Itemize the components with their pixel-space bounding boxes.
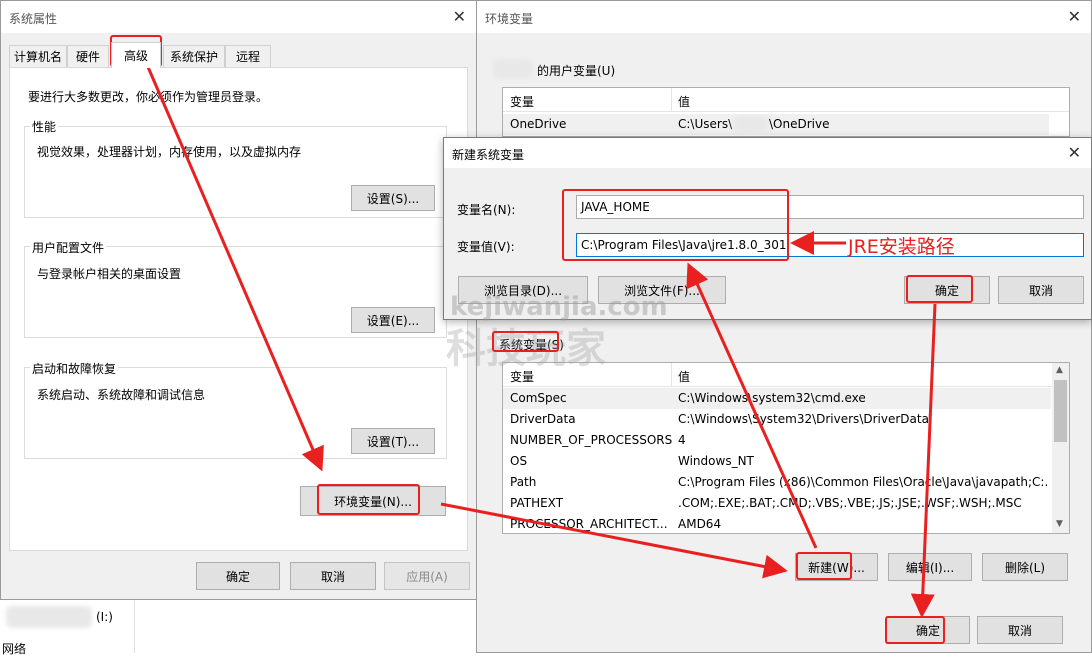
sysprops-apply-button: 应用(A) [384,562,470,590]
environment-variables-window: 环境变量 ✕ 的用户变量(U) 变量 值 OneDrive C:\Users\ … [476,0,1092,653]
new-variable-button[interactable]: 新建(W)... [795,553,878,581]
new-system-variable-dialog: 新建系统变量 ✕ 变量名(N): JAVA_HOME 变量值(V): C:\Pr… [443,137,1092,320]
redacted-drive-name [6,606,92,628]
table-row[interactable]: PATHEXT .COM;.EXE;.BAT;.CMD;.VBS;.VBE;.J… [503,493,1051,514]
user-header-variable: 变量 [510,95,535,109]
environment-variables-title: 环境变量 [485,12,534,26]
system-var-name: OS [510,454,528,468]
performance-group: 视觉效果，处理器计划，内存使用，以及虚拟内存 设置(S)... [24,126,447,218]
system-var-name: DriverData [510,412,576,426]
system-var-value: Windows_NT [678,454,754,468]
scrollbar-thumb[interactable] [1054,380,1067,442]
envvars-ok-button[interactable]: 确定 [886,616,970,644]
jre-path-annotation: JRE安装路径 [848,236,955,258]
system-var-value: AMD64 [678,517,722,531]
admin-note: 要进行大多数更改，你必须作为管理员登录。 [28,90,269,104]
system-properties-title: 系统属性 [9,12,58,26]
system-variables-header: 变量 值 [503,363,1069,387]
system-variables-label: 系统变量(S) [499,338,564,352]
explorer-background: (I:) 网络 [0,600,477,656]
performance-desc: 视觉效果，处理器计划，内存使用，以及虚拟内存 [37,145,302,159]
system-var-value: 4 [678,433,686,447]
environment-variables-titlebar: 环境变量 ✕ [477,1,1091,33]
drive-letter-label: (I:) [96,610,113,624]
sysprops-cancel-button[interactable]: 取消 [290,562,376,590]
system-var-name: PROCESSOR_ARCHITECT... [510,517,668,531]
performance-label: 性能 [30,118,59,135]
system-header-value: 值 [678,370,691,384]
edit-variable-button[interactable]: 编辑(I)... [888,553,972,581]
user-variables-label: 的用户变量(U) [537,64,616,78]
redacted-path-segment [733,116,769,132]
environment-variables-button[interactable]: 环境变量(N)... [300,486,446,516]
startup-recovery-desc: 系统启动、系统故障和调试信息 [37,388,206,402]
variable-name-label: 变量名(N): [457,203,516,217]
system-properties-titlebar: 系统属性 ✕ [1,1,476,33]
table-row[interactable]: NUMBER_OF_PROCESSORS 4 [503,430,1051,451]
table-row[interactable]: ComSpec C:\Windows\system32\cmd.exe [503,388,1051,409]
table-row[interactable]: Path C:\Program Files (x86)\Common Files… [503,472,1051,493]
user-profile-label: 用户配置文件 [30,239,107,256]
new-system-variable-title: 新建系统变量 [452,148,525,162]
table-row[interactable]: OS Windows_NT [503,451,1051,472]
redacted-username [493,59,533,79]
system-variables-list[interactable]: 变量 值 ComSpec C:\Windows\system32\cmd.exe… [502,362,1070,534]
system-var-name: Path [510,475,537,489]
user-var-value-prefix: C:\Users\ [678,117,733,131]
startup-recovery-settings-button[interactable]: 设置(T)... [351,428,435,454]
system-header-variable: 变量 [510,370,535,384]
explorer-divider [134,600,135,653]
close-icon[interactable]: ✕ [453,7,466,26]
browse-directory-button[interactable]: 浏览目录(D)... [458,276,588,304]
system-properties-window: 系统属性 ✕ 计算机名 硬件 高级 系统保护 远程 要进行大多数更改，你必须作为… [0,0,477,600]
startup-recovery-label: 启动和故障恢复 [30,360,119,377]
newvar-cancel-button[interactable]: 取消 [998,276,1084,304]
tab-computer-name[interactable]: 计算机名 [9,45,67,67]
performance-settings-button[interactable]: 设置(S)... [351,185,435,211]
table-row[interactable]: DriverData C:\Windows\System32\Drivers\D… [503,409,1051,430]
system-var-name: PATHEXT [510,496,564,510]
tab-hardware[interactable]: 硬件 [67,45,109,67]
scroll-down-icon[interactable]: ▼ [1056,519,1063,529]
user-profile-settings-button[interactable]: 设置(E)... [351,307,435,333]
user-profile-desc: 与登录帐户相关的桌面设置 [37,267,182,281]
variable-value-input[interactable]: C:\Program Files\Java\jre1.8.0_301 [576,233,1084,257]
tab-system-protection[interactable]: 系统保护 [163,45,225,67]
system-var-value: C:\Program Files (x86)\Common Files\Orac… [678,475,1048,489]
system-variables-scrollbar[interactable]: ▲ ▼ [1052,363,1069,533]
table-row[interactable]: OneDrive C:\Users\ \OneDrive [503,114,1049,135]
table-row[interactable]: PROCESSOR_ARCHITECT... AMD64 [503,514,1051,535]
newvar-ok-button[interactable]: 确定 [904,276,990,304]
system-var-value: .COM;.EXE;.BAT;.CMD;.VBS;.VBE;.JS;.JSE;.… [678,496,1022,510]
header-separator [671,88,672,112]
system-var-value: C:\Windows\system32\cmd.exe [678,391,866,405]
user-var-value-suffix: \OneDrive [769,117,830,131]
sysprops-ok-button[interactable]: 确定 [196,562,280,590]
network-label: 网络 [2,642,27,656]
system-var-value: C:\Windows\System32\Drivers\DriverData [678,412,929,426]
close-icon[interactable]: ✕ [1068,143,1081,162]
browse-file-button[interactable]: 浏览文件(F)... [598,276,726,304]
system-var-name: NUMBER_OF_PROCESSORS [510,433,672,447]
tab-advanced[interactable]: 高级 [111,42,161,68]
user-variables-list[interactable]: 变量 值 OneDrive C:\Users\ \OneDrive [502,87,1070,137]
system-var-name: ComSpec [510,391,567,405]
startup-recovery-group: 系统启动、系统故障和调试信息 设置(T)... [24,367,447,459]
user-profile-group: 与登录帐户相关的桌面设置 设置(E)... [24,246,447,338]
tab-remote[interactable]: 远程 [225,45,271,67]
new-system-variable-titlebar: 新建系统变量 ✕ [444,138,1091,168]
scroll-up-icon[interactable]: ▲ [1056,365,1063,375]
advanced-tab-panel: 要进行大多数更改，你必须作为管理员登录。 视觉效果，处理器计划，内存使用，以及虚… [9,67,468,551]
header-separator [671,363,672,387]
variable-name-input[interactable]: JAVA_HOME [576,195,1084,219]
delete-variable-button[interactable]: 删除(L) [982,553,1068,581]
user-var-name: OneDrive [510,117,567,131]
envvars-cancel-button[interactable]: 取消 [977,616,1063,644]
user-header-value: 值 [678,95,691,109]
user-variables-header: 变量 值 [503,88,1069,112]
close-icon[interactable]: ✕ [1068,7,1081,26]
variable-value-label: 变量值(V): [457,240,515,254]
